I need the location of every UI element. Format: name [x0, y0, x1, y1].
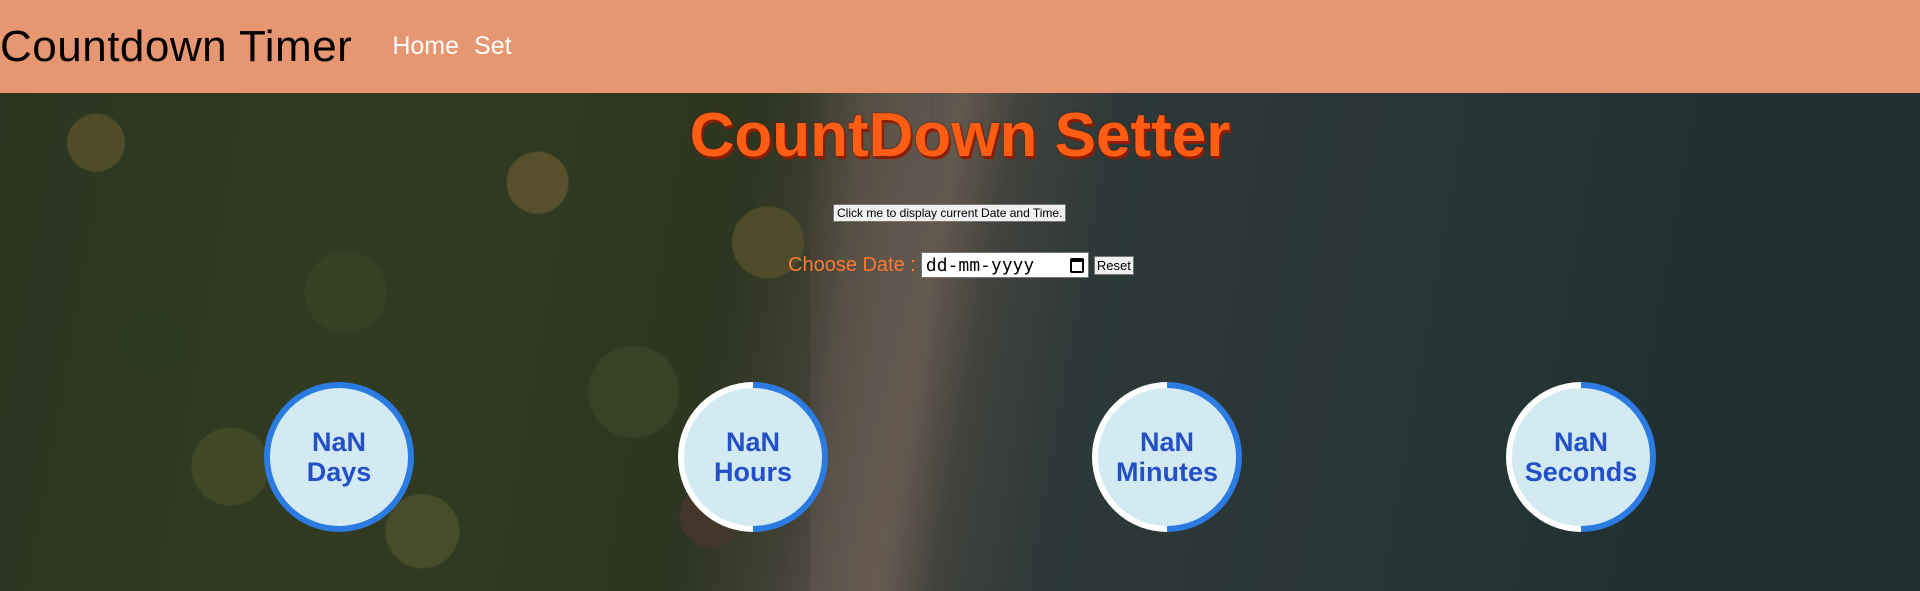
- choose-date-label: Choose Date :: [788, 253, 916, 276]
- page-title: CountDown Setter: [689, 101, 1231, 170]
- show-datetime-button[interactable]: Click me to display current Date and Tim…: [833, 204, 1067, 222]
- brand-title[interactable]: Countdown Timer: [0, 24, 352, 69]
- timer-hours: NaN Hours: [678, 382, 828, 532]
- timer-minutes: NaN Minutes: [1092, 382, 1242, 532]
- minutes-label: Minutes: [1115, 457, 1218, 487]
- hours-label: Hours: [713, 457, 792, 487]
- timer-days: NaN Days: [264, 382, 414, 532]
- days-label: Days: [306, 457, 372, 487]
- reset-button[interactable]: Reset: [1093, 255, 1134, 275]
- top-navbar: Countdown Timer Home Set: [0, 0, 1920, 93]
- hours-value: NaN: [725, 427, 780, 457]
- nav-link-home[interactable]: Home: [392, 32, 459, 61]
- nav-link-set[interactable]: Set: [474, 32, 512, 61]
- date-input[interactable]: dd-mm-yyyy: [920, 252, 1089, 278]
- date-input-placeholder: dd-mm-yyyy: [925, 254, 1035, 276]
- days-value: NaN: [311, 427, 366, 457]
- minutes-value: NaN: [1139, 427, 1194, 457]
- seconds-label: Seconds: [1524, 457, 1638, 487]
- timer-seconds: NaN Seconds: [1506, 382, 1656, 532]
- date-picker-row: Choose Date : dd-mm-yyyy Reset: [788, 252, 1134, 278]
- calendar-icon[interactable]: [1069, 257, 1084, 273]
- seconds-value: NaN: [1553, 427, 1608, 457]
